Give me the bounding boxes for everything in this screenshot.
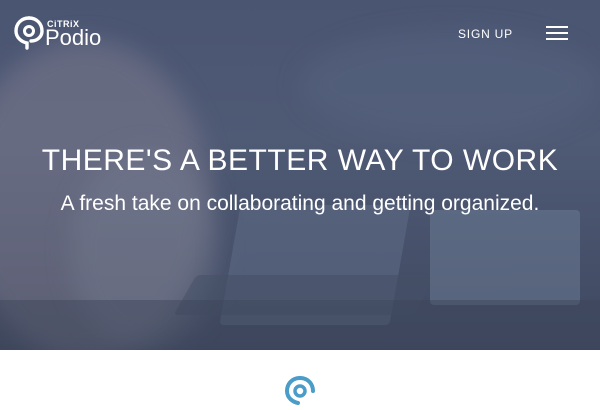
hero-subheadline: A fresh take on collaborating and gettin… [60, 192, 540, 215]
background-window [300, 30, 600, 140]
sign-up-link[interactable]: SIGN UP [458, 27, 513, 41]
hamburger-menu-icon[interactable] [546, 26, 568, 42]
podio-mark-icon [284, 375, 316, 410]
podio-logo-icon [14, 16, 44, 50]
background-monitor [430, 210, 580, 305]
background-desk [0, 300, 600, 350]
podio-brand-label: Podio [45, 25, 102, 50]
hero-headline: THERE'S A BETTER WAY TO WORK [41, 144, 559, 177]
hero-section: CiTRiX Podio SIGN UP THERE'S A BETTER WA… [0, 0, 600, 350]
